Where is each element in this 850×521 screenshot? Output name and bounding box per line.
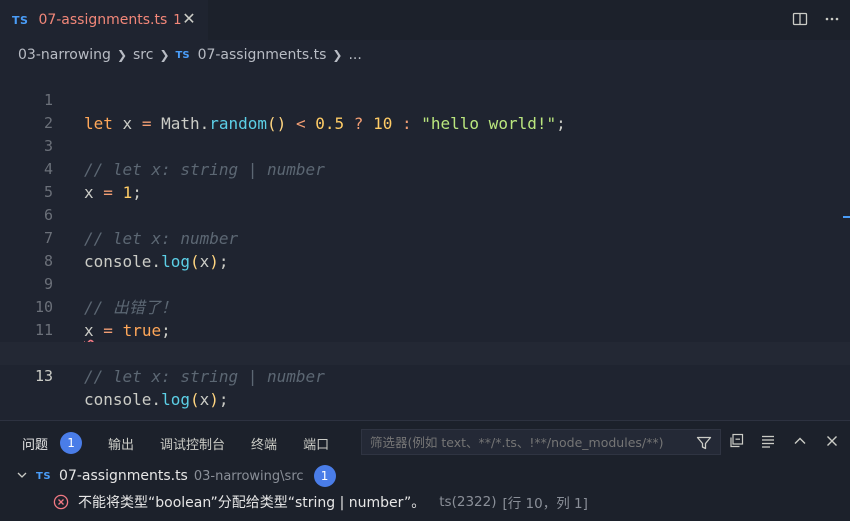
split-editor-icon[interactable] [790,9,810,29]
typescript-icon: TS [175,49,190,61]
breadcrumb-folder[interactable]: 03-narrowing [18,47,111,63]
chevron-right-icon: ❯ [159,48,170,62]
problem-count-badge: 1 [60,432,83,454]
problem-file-row[interactable]: TS 07-assignments.ts 03-narrowing\src 1 [16,465,336,487]
code-line: 5 [0,158,850,201]
line-number: 13 [34,367,53,385]
close-icon[interactable] [822,431,842,451]
collapse-all-icon[interactable] [726,431,746,451]
tab-ports[interactable]: 端口 [303,434,329,453]
typescript-icon: TS [36,470,52,482]
breadcrumb-file[interactable]: 07-assignments.ts [198,47,327,63]
code-editor[interactable]: 1 let x = Math.random() < 0.5 ? 10 : "he… [0,66,850,418]
code-line: 8 [0,227,850,270]
breadcrumb: 03-narrowing ❯ src ❯ TS 07-assignments.t… [18,44,362,66]
code-line: 11 [0,296,850,339]
problem-file-path: 03-narrowing\src [193,468,304,484]
chevron-up-icon[interactable] [790,431,810,451]
filter-icon[interactable] [694,433,714,453]
scrollbar-marker[interactable] [843,216,850,218]
panel-tabs: 问题 1 输出 调试控制台 终端 端口 [22,430,355,456]
code-line: 7 console.log(x); [0,204,850,271]
code-text: console.log(x); [84,390,229,409]
breadcrumb-folder[interactable]: src [133,47,153,63]
tab-label: 输出 [108,437,135,453]
tab-actions [790,9,842,29]
breadcrumb-symbol[interactable]: ... [348,47,361,63]
problem-message-row[interactable]: 不能将类型“boolean”分配给类型“string | number”。 ts… [52,491,588,513]
error-icon [52,493,70,511]
code-line: 10 x = true; [0,273,850,340]
editor-tab-active[interactable]: TS 07-assignments.ts 1 ✕ [0,0,208,40]
problem-count-badge: 1 [313,465,336,487]
code-line: 1 let x = Math.random() < 0.5 ? 10 : "he… [0,66,850,133]
problem-code: ts(2322) [439,494,497,510]
code-line: 2 [0,89,850,132]
tab-label: 终端 [251,437,278,453]
panel-actions [726,431,842,451]
typescript-icon: TS [12,13,29,27]
code-line: 3 // let x: string | number [0,112,850,179]
problem-position: [行 10，列 1] [502,496,588,512]
problems-panel: 问题 1 输出 调试控制台 终端 端口 TS 07-assignments [0,420,850,521]
chevron-right-icon: ❯ [332,48,343,62]
filter-input[interactable] [370,434,686,450]
tab-debug-console[interactable]: 调试控制台 [160,434,225,453]
code-line: 9 // 出错了！ [0,250,850,317]
tab-title: 07-assignments.ts [38,12,168,28]
tab-output[interactable]: 输出 [108,434,134,453]
problems-filter [361,429,721,455]
tab-terminal[interactable]: 终端 [251,434,277,453]
chevron-right-icon: ❯ [116,48,128,62]
view-as-list-icon[interactable] [758,431,778,451]
code-line: 6 // let x: number [0,181,850,248]
tab-label: 调试控制台 [160,437,226,453]
problem-file-name: 07-assignments.ts [59,468,188,484]
tab-label: 问题 [22,437,49,453]
code-line: 4 x = 1; [0,135,850,202]
code-comment: // let x: string | number [84,367,325,386]
more-actions-icon[interactable] [822,9,842,29]
tab-label: 端口 [303,437,330,453]
close-icon[interactable]: ✕ [180,10,198,28]
code-line: 12 // let x: string | number [0,319,850,386]
tab-problems[interactable]: 问题 1 [22,432,83,454]
editor-tab-bar: TS 07-assignments.ts 1 ✕ [0,0,850,40]
problem-message: 不能将类型“boolean”分配给类型“string | number”。 [78,495,426,511]
code-line-current: 13 console.log(x); [0,342,850,409]
chevron-down-icon[interactable] [16,469,30,484]
